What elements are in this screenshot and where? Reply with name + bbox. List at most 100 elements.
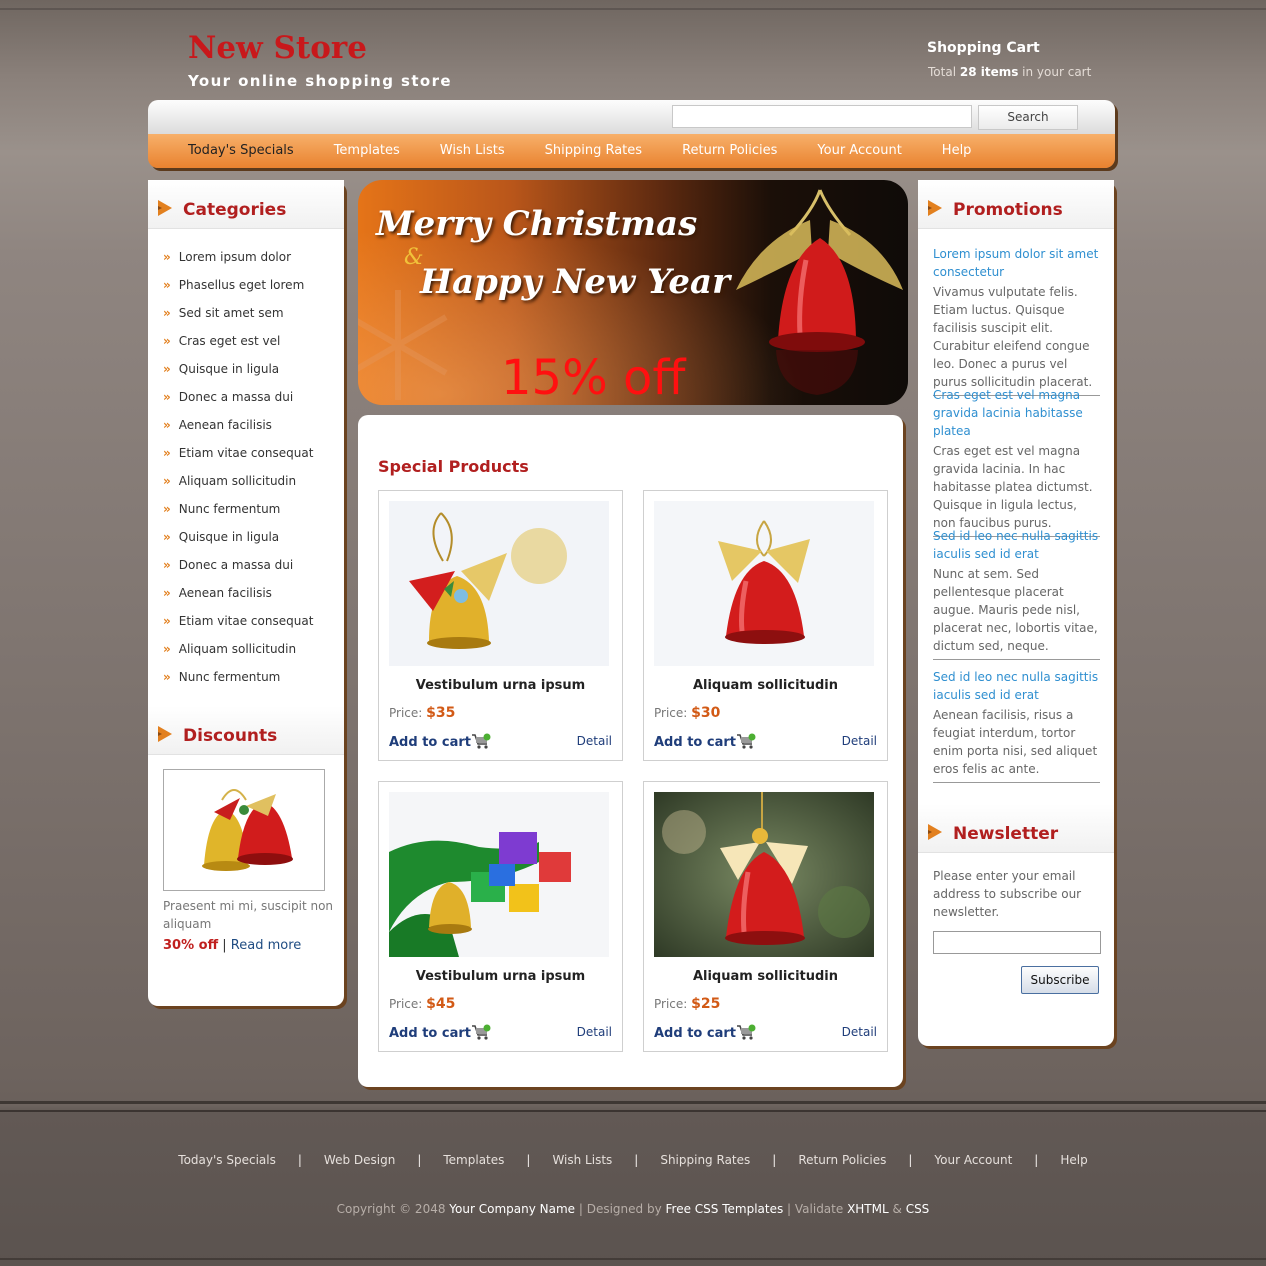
category-item[interactable]: » Aliquam sollicitudin [163, 472, 313, 500]
double-chevron-icon: » [163, 586, 171, 600]
category-item[interactable]: » Lorem ipsum dolor [163, 248, 313, 276]
category-item[interactable]: » Phasellus eget lorem [163, 276, 313, 304]
menu-item-help[interactable]: Help [922, 134, 992, 168]
special-products-panel: Special Products Vestibulum urna ipsum P… [358, 415, 903, 1087]
category-item[interactable]: » Etiam vitae consequat [163, 444, 313, 472]
read-more-link[interactable]: Read more [231, 938, 301, 953]
product-name[interactable]: Vestibulum urna ipsum [379, 969, 622, 984]
add-to-cart-button[interactable]: Add to cart [654, 1024, 756, 1041]
arrow-icon [158, 200, 172, 216]
product-price: Price: $25 [654, 996, 720, 1012]
category-item[interactable]: » Nunc fermentum [163, 500, 313, 528]
category-item[interactable]: » Aenean facilisis [163, 584, 313, 612]
product-image[interactable] [389, 792, 609, 957]
category-label[interactable]: Aenean facilisis [179, 586, 272, 600]
shopping-cart-title[interactable]: Shopping Cart [927, 40, 1040, 56]
product-name[interactable]: Aliquam sollicitudin [644, 969, 887, 984]
category-item[interactable]: » Aenean facilisis [163, 416, 313, 444]
discount-image[interactable] [163, 769, 325, 891]
detail-link[interactable]: Detail [842, 734, 877, 748]
promo-link[interactable]: Sed id leo nec nulla sagittis iaculis se… [933, 670, 1098, 702]
price-value: $30 [691, 705, 721, 721]
footer-link-return-policies[interactable]: Return Policies [798, 1153, 886, 1167]
add-to-cart-label: Add to cart [654, 735, 736, 750]
category-label[interactable]: Etiam vitae consequat [179, 446, 314, 460]
category-item[interactable]: » Aliquam sollicitudin [163, 640, 313, 668]
product-image[interactable] [389, 501, 609, 666]
category-label[interactable]: Aliquam sollicitudin [179, 474, 296, 488]
category-item[interactable]: » Nunc fermentum [163, 668, 313, 696]
product-name[interactable]: Aliquam sollicitudin [644, 678, 887, 693]
category-label[interactable]: Aenean facilisis [179, 418, 272, 432]
validate-label: | Validate [783, 1202, 848, 1216]
banner-offer: 15% off [501, 350, 686, 405]
double-chevron-icon: » [163, 446, 171, 460]
product-card: Aliquam sollicitudin Price: $30 Add to c… [643, 490, 888, 761]
detail-link[interactable]: Detail [577, 734, 612, 748]
menu-item-your-account[interactable]: Your Account [797, 134, 921, 168]
menu-item-shipping-rates[interactable]: Shipping Rates [525, 134, 662, 168]
add-to-cart-button[interactable]: Add to cart [389, 1024, 491, 1041]
footer-link-help[interactable]: Help [1060, 1153, 1087, 1167]
subscribe-button[interactable]: Subscribe [1021, 966, 1099, 994]
product-name[interactable]: Vestibulum urna ipsum [379, 678, 622, 693]
detail-link[interactable]: Detail [577, 1025, 612, 1039]
price-value: $35 [426, 705, 456, 721]
footer-link-templates[interactable]: Templates [443, 1153, 504, 1167]
promo-link[interactable]: Lorem ipsum dolor sit amet consectetur [933, 247, 1098, 279]
promo-link[interactable]: Cras eget est vel magna gravida lacinia … [933, 388, 1083, 438]
category-label[interactable]: Donec a massa dui [179, 390, 293, 404]
site-title[interactable]: New Store [188, 30, 367, 66]
newsletter-email-input[interactable] [933, 931, 1101, 954]
footer-link-your-account[interactable]: Your Account [934, 1153, 1012, 1167]
ampersand: & [888, 1202, 906, 1216]
footer-link-web-design[interactable]: Web Design [324, 1153, 395, 1167]
arrow-icon [928, 824, 942, 840]
divider [933, 782, 1100, 783]
newsletter-title: Newsletter [953, 824, 1059, 844]
product-image[interactable] [654, 792, 874, 957]
designer-link[interactable]: Free CSS Templates [666, 1202, 784, 1216]
top-border [0, 8, 1266, 10]
category-label[interactable]: Aliquam sollicitudin [179, 642, 296, 656]
category-item[interactable]: » Sed sit amet sem [163, 304, 313, 332]
xhtml-link[interactable]: XHTML [847, 1202, 889, 1216]
company-link[interactable]: Your Company Name [449, 1202, 575, 1216]
menu-item-return-policies[interactable]: Return Policies [662, 134, 797, 168]
category-item[interactable]: » Quisque in ligula [163, 528, 313, 556]
cart-count: 28 items [959, 65, 1019, 79]
product-image[interactable] [654, 501, 874, 666]
category-label[interactable]: Etiam vitae consequat [179, 614, 314, 628]
promo-link[interactable]: Sed id leo nec nulla sagittis iaculis se… [933, 529, 1098, 561]
footer-link-shipping-rates[interactable]: Shipping Rates [660, 1153, 750, 1167]
add-to-cart-button[interactable]: Add to cart [389, 733, 491, 750]
category-item[interactable]: » Etiam vitae consequat [163, 612, 313, 640]
menu-item-templates[interactable]: Templates [314, 134, 420, 168]
category-label[interactable]: Quisque in ligula [179, 362, 279, 376]
footer-link-wish-lists[interactable]: Wish Lists [552, 1153, 612, 1167]
category-label[interactable]: Sed sit amet sem [179, 306, 284, 320]
footer-link-todays-specials[interactable]: Today's Specials [178, 1153, 276, 1167]
search-input[interactable] [672, 105, 972, 128]
price-label: Price: [389, 706, 423, 720]
category-label[interactable]: Nunc fermentum [179, 502, 281, 516]
category-label[interactable]: Donec a massa dui [179, 558, 293, 572]
category-item[interactable]: » Quisque in ligula [163, 360, 313, 388]
discount-offer: 30% off | Read more [163, 938, 301, 953]
menu-item-wish-lists[interactable]: Wish Lists [420, 134, 525, 168]
category-label[interactable]: Quisque in ligula [179, 530, 279, 544]
christmas-banner[interactable]: Merry Christmas & Happy New Year 15% off [358, 180, 908, 405]
category-label[interactable]: Phasellus eget lorem [179, 278, 305, 292]
add-to-cart-button[interactable]: Add to cart [654, 733, 756, 750]
category-label[interactable]: Lorem ipsum dolor [179, 250, 291, 264]
menu-item-todays-specials[interactable]: Today's Specials [168, 134, 314, 168]
search-button[interactable]: Search [978, 105, 1078, 130]
detail-link[interactable]: Detail [842, 1025, 877, 1039]
category-label[interactable]: Nunc fermentum [179, 670, 281, 684]
category-label[interactable]: Cras eget est vel [179, 334, 281, 348]
category-item[interactable]: » Cras eget est vel [163, 332, 313, 360]
css-link[interactable]: CSS [906, 1202, 930, 1216]
category-item[interactable]: » Donec a massa dui [163, 556, 313, 584]
category-item[interactable]: » Donec a massa dui [163, 388, 313, 416]
double-chevron-icon: » [163, 474, 171, 488]
